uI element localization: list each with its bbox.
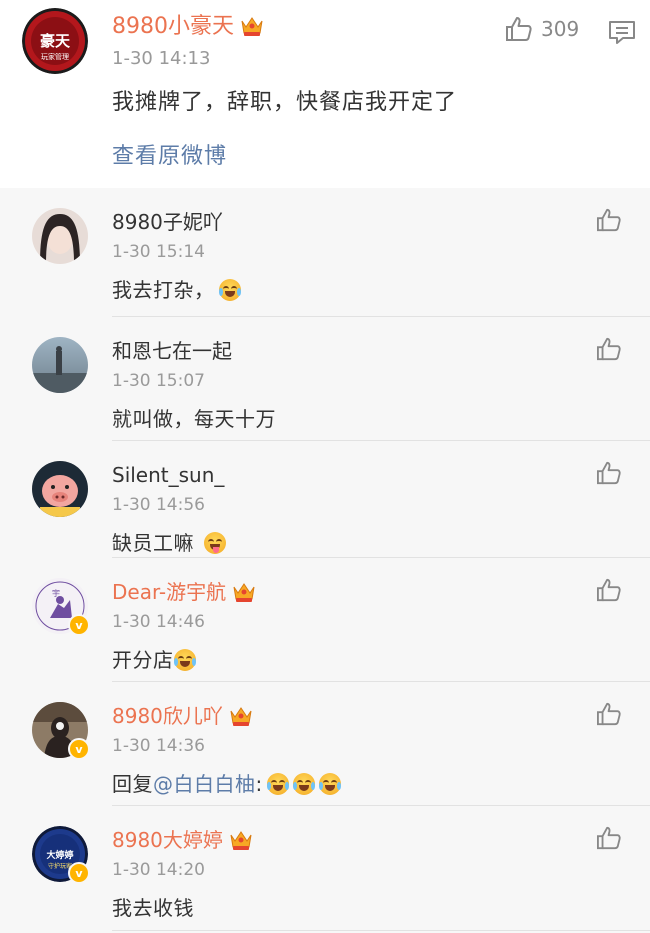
avatar-photo-icon bbox=[32, 208, 88, 264]
commenter-avatar[interactable]: 宇 v bbox=[32, 578, 90, 636]
commenter-name[interactable]: 8980大婷婷 bbox=[112, 826, 253, 858]
comment-button[interactable] bbox=[608, 19, 636, 49]
verified-badge-icon: v bbox=[68, 614, 90, 636]
avatar-text-bottom: 玩家管理 bbox=[41, 52, 69, 61]
comment-like-button[interactable] bbox=[596, 208, 622, 236]
commenter-name[interactable]: 8980子妮吖 bbox=[112, 208, 223, 236]
vip-crown-icon bbox=[229, 829, 253, 858]
avatar-logo-icon: 豪天 玩家管理 bbox=[22, 8, 88, 74]
commenter-avatar[interactable] bbox=[32, 208, 88, 264]
comment-text: 开分店 bbox=[112, 644, 196, 673]
laugh-cry-emoji bbox=[266, 773, 289, 795]
thumbs-up-icon bbox=[597, 702, 621, 726]
comment-item: 和恩七在一起 1-30 15:07 就叫做，每天十万 bbox=[32, 317, 650, 441]
commenter-name-label[interactable]: 8980大婷婷 bbox=[112, 828, 223, 852]
vip-crown-icon bbox=[240, 15, 264, 46]
yum-emoji bbox=[204, 532, 226, 554]
original-post: 豪天 玩家管理 8980小豪天 1-30 14:13 我摊牌了，辞职，快餐店我开… bbox=[0, 0, 650, 188]
comment-time: 1-30 15:07 bbox=[112, 371, 205, 391]
thumbs-up-icon bbox=[597, 337, 621, 361]
comment-text-content: 开分店 bbox=[112, 648, 174, 672]
comment-like-button[interactable] bbox=[596, 826, 622, 854]
commenter-name[interactable]: Dear-游宇航 bbox=[112, 578, 256, 610]
laugh-cry-emoji bbox=[218, 279, 241, 301]
comment-text: 就叫做，每天十万 bbox=[112, 407, 276, 431]
comment-text-content: 我去打杂， bbox=[112, 278, 215, 302]
thumbs-up-icon bbox=[597, 208, 621, 232]
post-like-count: 309 bbox=[541, 17, 580, 41]
mention-link[interactable]: @白白白柚 bbox=[153, 772, 256, 796]
comment-text: 我去收钱 bbox=[112, 896, 194, 920]
comment-like-button[interactable] bbox=[596, 461, 622, 489]
commenter-name[interactable]: 8980欣儿吖 bbox=[112, 702, 253, 734]
verified-badge-icon: v bbox=[68, 738, 90, 760]
thumbs-up-icon bbox=[597, 578, 621, 602]
laugh-cry-emoji bbox=[318, 773, 341, 795]
reply-prefix: 回复 bbox=[112, 772, 153, 796]
avatar-text-top: 豪天 bbox=[40, 32, 71, 50]
commenter-name-label[interactable]: Dear-游宇航 bbox=[112, 580, 226, 604]
post-like-button[interactable]: 309 bbox=[505, 16, 579, 42]
commenter-name[interactable]: 和恩七在一起 bbox=[112, 337, 232, 365]
post-author-label[interactable]: 8980小豪天 bbox=[112, 14, 234, 39]
verified-badge-icon: v bbox=[68, 862, 90, 884]
post-author-avatar[interactable]: 豪天 玩家管理 bbox=[22, 8, 88, 74]
comment-item: v 8980欣儿吖 1-30 14:36 回复@白白白柚: bbox=[32, 682, 650, 806]
comment-list: 8980子妮吖 1-30 15:14 我去打杂， 和恩七在一起 1-30 15:… bbox=[0, 188, 650, 931]
reply-suffix: : bbox=[255, 772, 263, 796]
commenter-name[interactable]: Silent_sun_ bbox=[112, 461, 224, 489]
comment-item: 大婷婷 守护玩家 v 8980大婷婷 1-30 14:20 我去收钱 bbox=[32, 806, 650, 931]
comment-time: 1-30 14:46 bbox=[112, 612, 205, 632]
comment-time: 1-30 14:20 bbox=[112, 860, 205, 880]
comment-item: 宇 v Dear-游宇航 1-30 14:46 开分店 bbox=[32, 558, 650, 682]
vip-crown-icon bbox=[229, 705, 253, 734]
comment-text: 缺员工嘛 bbox=[112, 527, 226, 556]
laugh-cry-emoji bbox=[292, 773, 315, 795]
view-original-link[interactable]: 查看原微博 bbox=[112, 138, 227, 170]
post-time: 1-30 14:13 bbox=[112, 48, 211, 69]
laugh-cry-emoji bbox=[173, 649, 196, 671]
comment-text: 我去打杂， bbox=[112, 274, 241, 303]
vip-crown-icon bbox=[232, 581, 256, 610]
commenter-avatar[interactable]: 大婷婷 守护玩家 v bbox=[32, 826, 90, 884]
post-text: 我摊牌了，辞职，快餐店我开定了 bbox=[112, 90, 458, 115]
avatar-photo-icon bbox=[32, 337, 88, 393]
comment-time: 1-30 14:36 bbox=[112, 736, 205, 756]
thumbs-up-icon bbox=[597, 461, 621, 485]
comment-icon bbox=[609, 21, 635, 44]
comment-item: 8980子妮吖 1-30 15:14 我去打杂， bbox=[32, 188, 650, 317]
post-author-name[interactable]: 8980小豪天 bbox=[112, 12, 264, 46]
avatar-photo-icon bbox=[32, 461, 88, 517]
commenter-avatar[interactable] bbox=[32, 337, 88, 393]
thumbs-up-icon bbox=[506, 17, 532, 41]
comment-like-button[interactable] bbox=[596, 702, 622, 730]
comment-text-content: 缺员工嘛 bbox=[112, 531, 194, 555]
comment-like-button[interactable] bbox=[596, 578, 622, 606]
comment-item: Silent_sun_ 1-30 14:56 缺员工嘛 bbox=[32, 441, 650, 558]
commenter-avatar[interactable] bbox=[32, 461, 88, 517]
comment-text: 回复@白白白柚: bbox=[112, 768, 341, 797]
comment-time: 1-30 15:14 bbox=[112, 242, 205, 262]
comment-time: 1-30 14:56 bbox=[112, 495, 205, 515]
thumbs-up-icon bbox=[597, 826, 621, 850]
commenter-name-label[interactable]: 8980欣儿吖 bbox=[112, 704, 223, 728]
commenter-avatar[interactable]: v bbox=[32, 702, 90, 760]
avatar-text-top: 大婷婷 bbox=[46, 849, 73, 861]
comment-like-button[interactable] bbox=[596, 337, 622, 365]
